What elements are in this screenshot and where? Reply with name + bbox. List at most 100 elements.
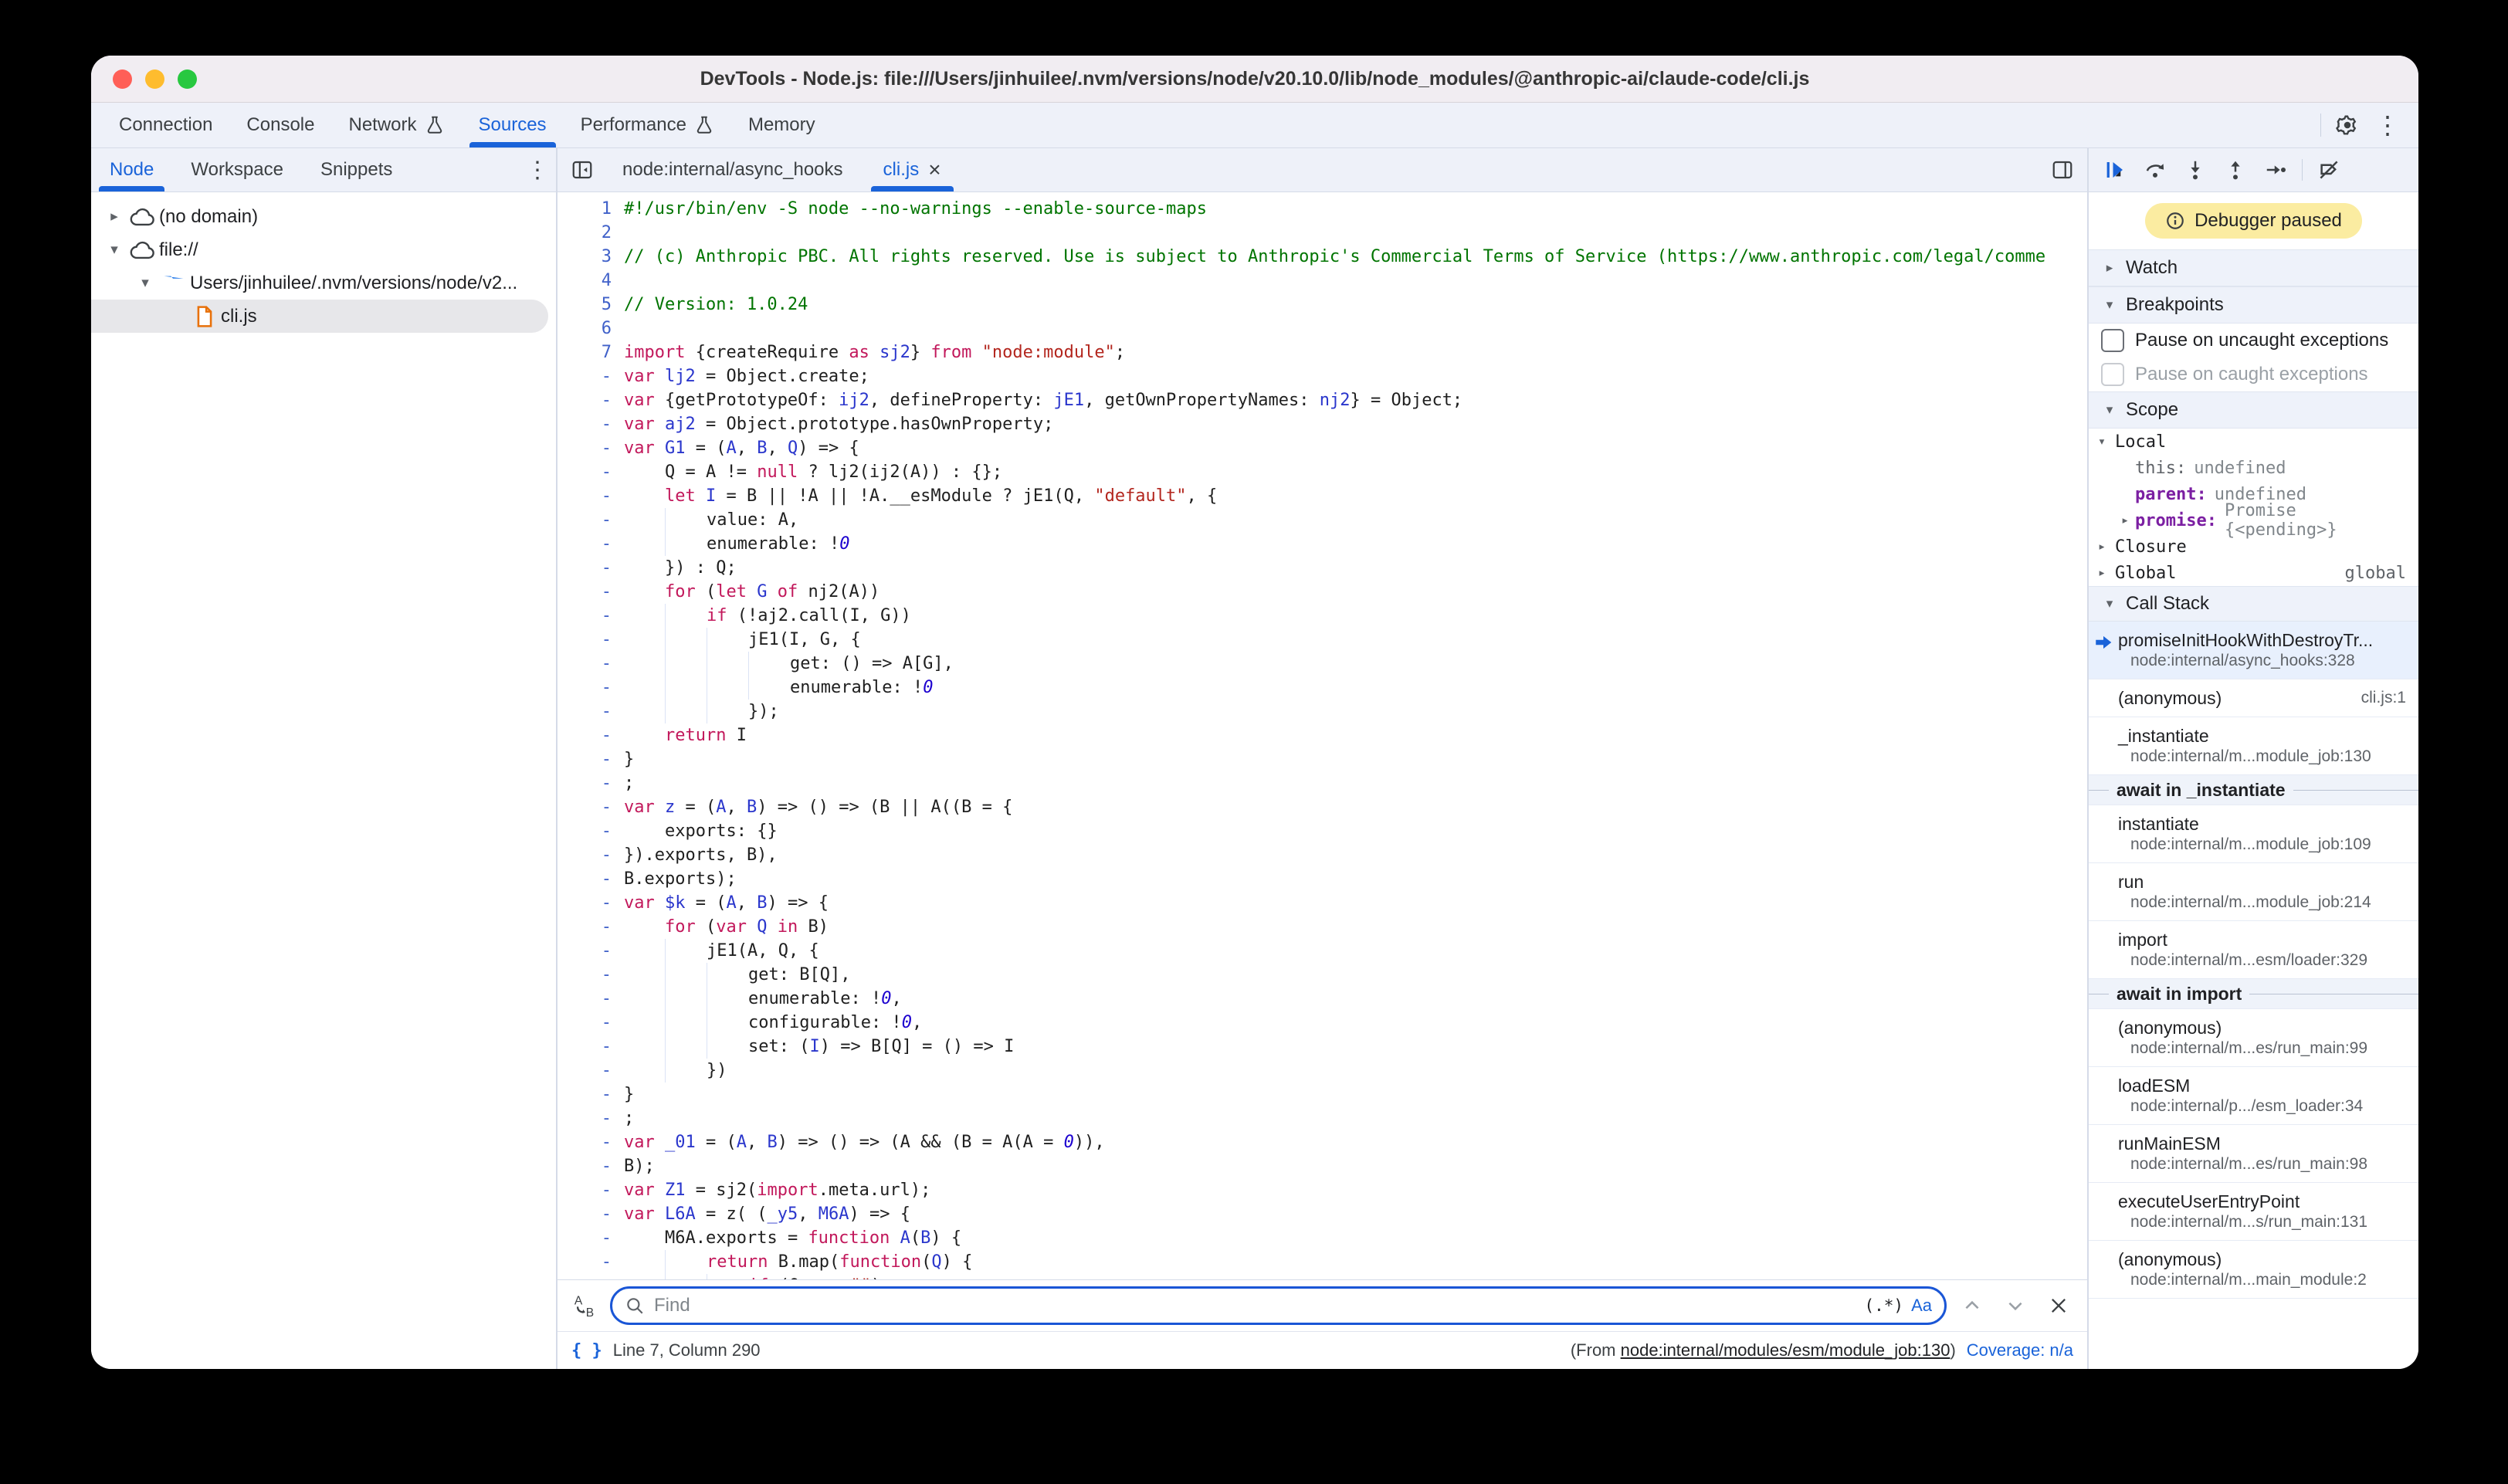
tab-network[interactable]: Network — [331, 103, 461, 147]
code-line[interactable]: -var G1 = (A, B, Q) => { — [558, 436, 2087, 460]
find-next-icon[interactable] — [1998, 1288, 2033, 1323]
callstack-frame[interactable]: importnode:internal/m...esm/loader:329 — [2089, 921, 2418, 979]
scope-group-global[interactable]: ▸ Globalglobal — [2089, 560, 2418, 586]
kebab-menu-icon[interactable]: ⋮ — [2367, 107, 2408, 144]
callstack-frame[interactable]: loadESMnode:internal/p.../esm_loader:34 — [2089, 1067, 2418, 1125]
pretty-print-icon[interactable]: { } — [571, 1341, 602, 1360]
code-line[interactable]: -B.exports); — [558, 867, 2087, 891]
line-number[interactable]: - — [558, 1274, 624, 1279]
callstack-frame[interactable]: (anonymous)node:internal/m...main_module… — [2089, 1241, 2418, 1299]
scope-property-promise[interactable]: ▸ promise: Promise {<pending>} — [2089, 507, 2418, 534]
code-line[interactable]: -Q = A != null ? lj2(ij2(A)) : {}; — [558, 460, 2087, 484]
code-line[interactable]: -exports: {} — [558, 819, 2087, 843]
callstack-frame[interactable]: instantiatenode:internal/m...module_job:… — [2089, 805, 2418, 863]
line-number[interactable]: - — [558, 1226, 624, 1250]
line-number[interactable]: - — [558, 700, 624, 723]
code-line[interactable]: -; — [558, 1106, 2087, 1130]
line-number[interactable]: 6 — [558, 317, 624, 341]
code-line[interactable]: -var {getPrototypeOf: ij2, definePropert… — [558, 388, 2087, 412]
disclosure-triangle-icon[interactable]: ▾ — [133, 274, 158, 292]
code-line[interactable]: -} — [558, 1083, 2087, 1106]
line-number[interactable]: - — [558, 1083, 624, 1106]
navigator-tab-workspace[interactable]: Workspace — [172, 148, 302, 191]
line-number[interactable]: 7 — [558, 341, 624, 364]
code-line[interactable]: -set: (I) => B[Q] = () => I — [558, 1035, 2087, 1059]
code-line[interactable]: -configurable: !0, — [558, 1011, 2087, 1035]
tree-item-cli-js[interactable]: cli.js — [91, 300, 548, 333]
code-line[interactable]: 7import {createRequire as sj2} from "nod… — [558, 341, 2087, 364]
code-line[interactable]: -jE1(I, G, { — [558, 628, 2087, 652]
code-line[interactable]: -var aj2 = Object.prototype.hasOwnProper… — [558, 412, 2087, 436]
callstack-frame[interactable]: runMainESMnode:internal/m...es/run_main:… — [2089, 1125, 2418, 1183]
line-number[interactable]: - — [558, 1059, 624, 1083]
scope-section-header[interactable]: ▾Scope — [2089, 391, 2418, 429]
pause-caught-exceptions-row[interactable]: Pause on caught exceptions — [2089, 357, 2418, 391]
navigator-tab-snippets[interactable]: Snippets — [302, 148, 411, 191]
disclosure-triangle-icon[interactable]: ▸ — [102, 208, 127, 225]
line-number[interactable]: 5 — [558, 293, 624, 317]
code-line[interactable]: -enumerable: !0 — [558, 532, 2087, 556]
code-line[interactable]: -var z = (A, B) => () => (B || A((B = { — [558, 795, 2087, 819]
code-line[interactable]: -for (var Q in B) — [558, 915, 2087, 939]
code-line[interactable]: -}); — [558, 700, 2087, 723]
code-line[interactable]: -if (Q === "") — [558, 1274, 2087, 1279]
line-number[interactable]: - — [558, 436, 624, 460]
line-number[interactable]: - — [558, 1178, 624, 1202]
close-tab-icon[interactable]: × — [928, 159, 940, 181]
line-number[interactable]: - — [558, 891, 624, 915]
breakpoints-section-header[interactable]: ▾Breakpoints — [2089, 286, 2418, 324]
line-number[interactable]: - — [558, 867, 624, 891]
step-over-icon[interactable] — [2137, 153, 2174, 187]
regex-toggle-icon[interactable]: (.*) — [1865, 1296, 1904, 1315]
line-number[interactable]: - — [558, 771, 624, 795]
tree-item-users-jinhuilee-nvm-versions-node-v2-[interactable]: ▾Users/jinhuilee/.nvm/versions/node/v2..… — [91, 266, 556, 300]
callstack-frame[interactable]: executeUserEntryPointnode:internal/m...s… — [2089, 1183, 2418, 1241]
scope-property-this[interactable]: this: undefined — [2089, 455, 2418, 481]
code-line[interactable]: 2 — [558, 221, 2087, 245]
close-window-button[interactable] — [113, 69, 132, 89]
code-lines[interactable]: 1#!/usr/bin/env -S node --no-warnings --… — [558, 192, 2087, 1279]
line-number[interactable]: - — [558, 604, 624, 628]
disclosure-triangle-icon[interactable]: ▸ — [2089, 565, 2115, 581]
tree-item--no-domain-[interactable]: ▸(no domain) — [91, 200, 556, 233]
line-number[interactable]: - — [558, 1035, 624, 1059]
line-number[interactable]: 3 — [558, 245, 624, 269]
code-line[interactable]: -M6A.exports = function A(B) { — [558, 1226, 2087, 1250]
line-number[interactable]: 2 — [558, 221, 624, 245]
line-number[interactable]: - — [558, 795, 624, 819]
tab-console[interactable]: Console — [229, 103, 331, 147]
line-number[interactable]: - — [558, 1154, 624, 1178]
tab-performance[interactable]: Performance — [564, 103, 731, 147]
line-number[interactable]: - — [558, 652, 624, 676]
code-line[interactable]: 5// Version: 1.0.24 — [558, 293, 2087, 317]
line-number[interactable]: - — [558, 987, 624, 1011]
line-number[interactable]: - — [558, 819, 624, 843]
line-number[interactable]: - — [558, 1202, 624, 1226]
line-number[interactable]: - — [558, 1250, 624, 1274]
callstack-frame[interactable]: _instantiatenode:internal/m...module_job… — [2089, 717, 2418, 775]
code-line[interactable]: 6 — [558, 317, 2087, 341]
line-number[interactable]: - — [558, 364, 624, 388]
code-line[interactable]: -value: A, — [558, 508, 2087, 532]
line-number[interactable]: - — [558, 1106, 624, 1130]
code-line[interactable]: -jE1(A, Q, { — [558, 939, 2087, 963]
code-line[interactable]: -B); — [558, 1154, 2087, 1178]
line-number[interactable]: - — [558, 1011, 624, 1035]
line-number[interactable]: - — [558, 843, 624, 867]
line-number[interactable]: - — [558, 532, 624, 556]
toggle-debugger-panel-icon[interactable] — [2042, 151, 2083, 188]
step-out-icon[interactable] — [2217, 153, 2254, 187]
code-line[interactable]: 1#!/usr/bin/env -S node --no-warnings --… — [558, 197, 2087, 221]
checkbox[interactable] — [2101, 363, 2124, 386]
editor-tab-cli-js[interactable]: cli.js × — [863, 148, 961, 191]
watch-section-header[interactable]: ▸Watch — [2089, 249, 2418, 286]
line-number[interactable]: - — [558, 939, 624, 963]
line-number[interactable]: - — [558, 460, 624, 484]
line-number[interactable]: - — [558, 388, 624, 412]
editor-tab-async-hooks[interactable]: node:internal/async_hooks — [602, 148, 863, 191]
code-line[interactable]: -if (!aj2.call(I, G)) — [558, 604, 2087, 628]
code-line[interactable]: -return B.map(function(Q) { — [558, 1250, 2087, 1274]
code-line[interactable]: -var $k = (A, B) => { — [558, 891, 2087, 915]
code-line[interactable]: -}) : Q; — [558, 556, 2087, 580]
code-line[interactable]: -for (let G of nj2(A)) — [558, 580, 2087, 604]
